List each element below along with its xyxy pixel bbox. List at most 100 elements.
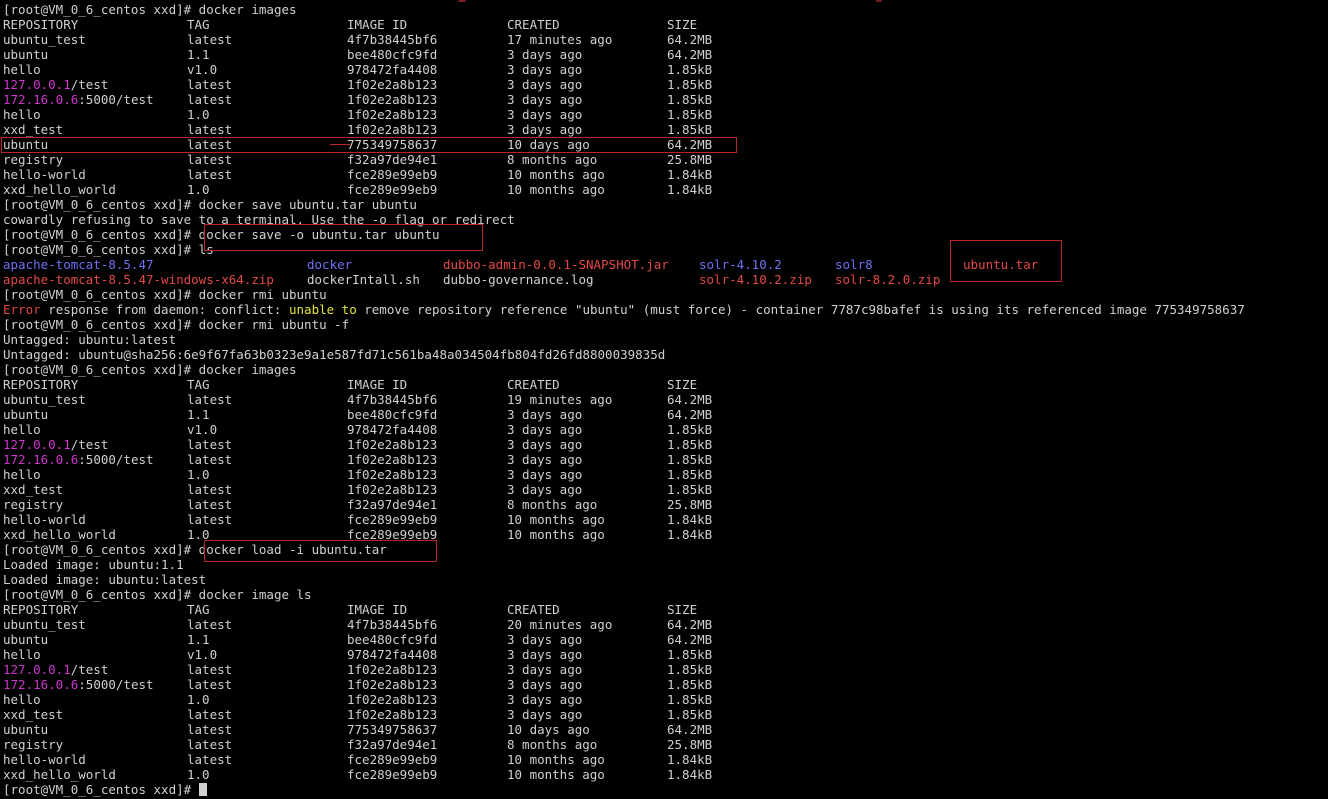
created-cell: 10 days ago bbox=[507, 722, 590, 737]
size-cell: 1.85kB bbox=[667, 107, 713, 122]
image-id-cell: 1f02e2a8b123 bbox=[347, 77, 438, 92]
image-id-cell: 1f02e2a8b123 bbox=[347, 692, 438, 707]
header-tag: TAG bbox=[187, 602, 210, 617]
size-cell: 1.85kB bbox=[667, 692, 713, 707]
tag-cell: latest bbox=[187, 617, 233, 632]
image-id-cell: bee480cfc9fd bbox=[347, 407, 438, 422]
created-cell: 10 months ago bbox=[507, 512, 605, 527]
size-cell: 64.2MB bbox=[667, 32, 713, 47]
created-cell: 3 days ago bbox=[507, 107, 583, 122]
command-text: docker image ls bbox=[191, 587, 312, 602]
image-id-cell: 1f02e2a8b123 bbox=[347, 122, 438, 137]
tag-cell: latest bbox=[187, 662, 233, 677]
tag-cell: latest bbox=[187, 737, 233, 752]
shell-prompt: [root@VM_0_6_centos xxd]# bbox=[3, 362, 192, 377]
shell-prompt: [root@VM_0_6_centos xxd]# bbox=[3, 542, 192, 557]
ls-entry: solr-4.10.2.zip bbox=[699, 272, 812, 287]
image-row: 172.16.0.6:5000/test latest 1f02e2a8b123 3 … bbox=[3, 92, 1328, 107]
tag-cell: 1.0 bbox=[187, 527, 210, 542]
created-cell: 3 days ago bbox=[507, 467, 583, 482]
header-repo: REPOSITORY bbox=[3, 17, 79, 32]
size-cell: 64.2MB bbox=[667, 632, 713, 647]
repository-cell: ubuntu_test bbox=[3, 32, 86, 47]
image-id-cell: 1f02e2a8b123 bbox=[347, 92, 438, 107]
image-id-cell: 1f02e2a8b123 bbox=[347, 482, 438, 497]
image-id-cell: 1f02e2a8b123 bbox=[347, 677, 438, 692]
size-cell: 1.85kB bbox=[667, 452, 713, 467]
image-row: registry latest f32a97de94e1 8 months ago 25… bbox=[3, 737, 1328, 752]
image-row: registry latest f32a97de94e1 8 months ago 25… bbox=[3, 497, 1328, 512]
error-segment: response from daemon: conflict: bbox=[40, 302, 289, 317]
image-id-cell: 4f7b38445bf6 bbox=[347, 32, 438, 47]
size-cell: 1.84kB bbox=[667, 182, 713, 197]
command-line: [root@VM_0_6_centos xxd]# docker load -i… bbox=[3, 542, 1328, 557]
repository-cell: xxd_test bbox=[3, 122, 64, 137]
image-id-cell: 978472fa4408 bbox=[347, 422, 438, 437]
image-row: registry latest f32a97de94e1 8 months ago 25… bbox=[3, 152, 1328, 167]
tag-cell: latest bbox=[187, 137, 233, 152]
image-id-cell: bee480cfc9fd bbox=[347, 47, 438, 62]
image-row: hello v1.0 978472fa4408 3 days ago 1.85kB bbox=[3, 422, 1328, 437]
header-created: CREATED bbox=[507, 17, 560, 32]
image-id-cell: fce289e99eb9 bbox=[347, 167, 438, 182]
created-cell: 3 days ago bbox=[507, 647, 583, 662]
repository-cell: registry bbox=[3, 737, 64, 752]
image-row: hello-world latest fce289e99eb9 10 months a… bbox=[3, 512, 1328, 527]
image-id-cell: f32a97de94e1 bbox=[347, 497, 438, 512]
command-text: docker save -o ubuntu.tar ubuntu bbox=[191, 227, 440, 242]
tag-cell: latest bbox=[187, 707, 233, 722]
size-cell: 1.85kB bbox=[667, 422, 713, 437]
header-size: SIZE bbox=[667, 377, 698, 392]
command-line: [root@VM_0_6_centos xxd]# docker images bbox=[3, 2, 1328, 17]
command-line: [root@VM_0_6_centos xxd]# docker save ub… bbox=[3, 197, 1328, 212]
size-cell: 1.84kB bbox=[667, 767, 713, 782]
repository-cell: 127.0.0.1/test bbox=[3, 662, 108, 677]
repository-cell: xxd_test bbox=[3, 482, 64, 497]
size-cell: 1.85kB bbox=[667, 467, 713, 482]
created-cell: 19 minutes ago bbox=[507, 392, 613, 407]
header-tag: TAG bbox=[187, 377, 210, 392]
ls-entry: dubbo-governance.log bbox=[443, 272, 594, 287]
output-text: Untagged: ubuntu@sha256:6e9f67fa63b0323e… bbox=[3, 347, 666, 362]
tag-cell: 1.1 bbox=[187, 47, 210, 62]
created-cell: 3 days ago bbox=[507, 47, 583, 62]
shell-prompt: [root@VM_0_6_centos xxd]# bbox=[3, 317, 192, 332]
size-cell: 1.85kB bbox=[667, 122, 713, 137]
ls-entry: solr8 bbox=[835, 257, 873, 272]
output-text: Untagged: ubuntu:latest bbox=[3, 332, 177, 347]
image-id-cell: f32a97de94e1 bbox=[347, 152, 438, 167]
repository-ip: 127.0.0.1 bbox=[3, 437, 71, 452]
image-row: xxd_test latest 1f02e2a8b123 3 days ago 1.85… bbox=[3, 707, 1328, 722]
image-id-cell: 1f02e2a8b123 bbox=[347, 707, 438, 722]
tag-cell: 1.0 bbox=[187, 182, 210, 197]
command-line: [root@VM_0_6_centos xxd]# docker rmi ubu… bbox=[3, 287, 1328, 302]
terminal-output[interactable]: [root@VM_0_6_centos xxd]# docker images R… bbox=[3, 2, 1328, 797]
image-row: hello 1.0 1f02e2a8b123 3 days ago 1.85kB bbox=[3, 107, 1328, 122]
command-text: docker rmi ubuntu bbox=[191, 287, 327, 302]
created-cell: 3 days ago bbox=[507, 482, 583, 497]
command-text: docker rmi ubuntu -f bbox=[191, 317, 350, 332]
repository-ip: 127.0.0.1 bbox=[3, 662, 71, 677]
tag-cell: v1.0 bbox=[187, 422, 218, 437]
error-line: Error response from daemon: conflict: un… bbox=[3, 302, 1328, 317]
image-id-cell: 1f02e2a8b123 bbox=[347, 452, 438, 467]
created-cell: 3 days ago bbox=[507, 62, 583, 77]
repository-path: /test bbox=[70, 77, 109, 92]
repository-cell: ubuntu bbox=[3, 137, 49, 152]
output-line: Loaded image: ubuntu:1.1 bbox=[3, 557, 1328, 572]
command-text: docker images bbox=[191, 362, 297, 377]
size-cell: 64.2MB bbox=[667, 407, 713, 422]
command-text: docker load -i ubuntu.tar bbox=[191, 542, 387, 557]
created-cell: 3 days ago bbox=[507, 677, 583, 692]
output-line: cowardly refusing to save to a terminal.… bbox=[3, 212, 1328, 227]
tag-cell: latest bbox=[187, 32, 233, 47]
table-header: REPOSITORY TAG IMAGE ID CREATED SIZE bbox=[3, 602, 1328, 617]
created-cell: 3 days ago bbox=[507, 437, 583, 452]
image-row: 172.16.0.6:5000/test latest 1f02e2a8b123 3 … bbox=[3, 677, 1328, 692]
command-line: [root@VM_0_6_centos xxd]# docker save -o… bbox=[3, 227, 1328, 242]
created-cell: 10 months ago bbox=[507, 752, 605, 767]
tag-cell: latest bbox=[187, 167, 233, 182]
image-id-cell: fce289e99eb9 bbox=[347, 512, 438, 527]
repository-path: :5000/test bbox=[78, 452, 154, 467]
size-cell: 1.85kB bbox=[667, 677, 713, 692]
